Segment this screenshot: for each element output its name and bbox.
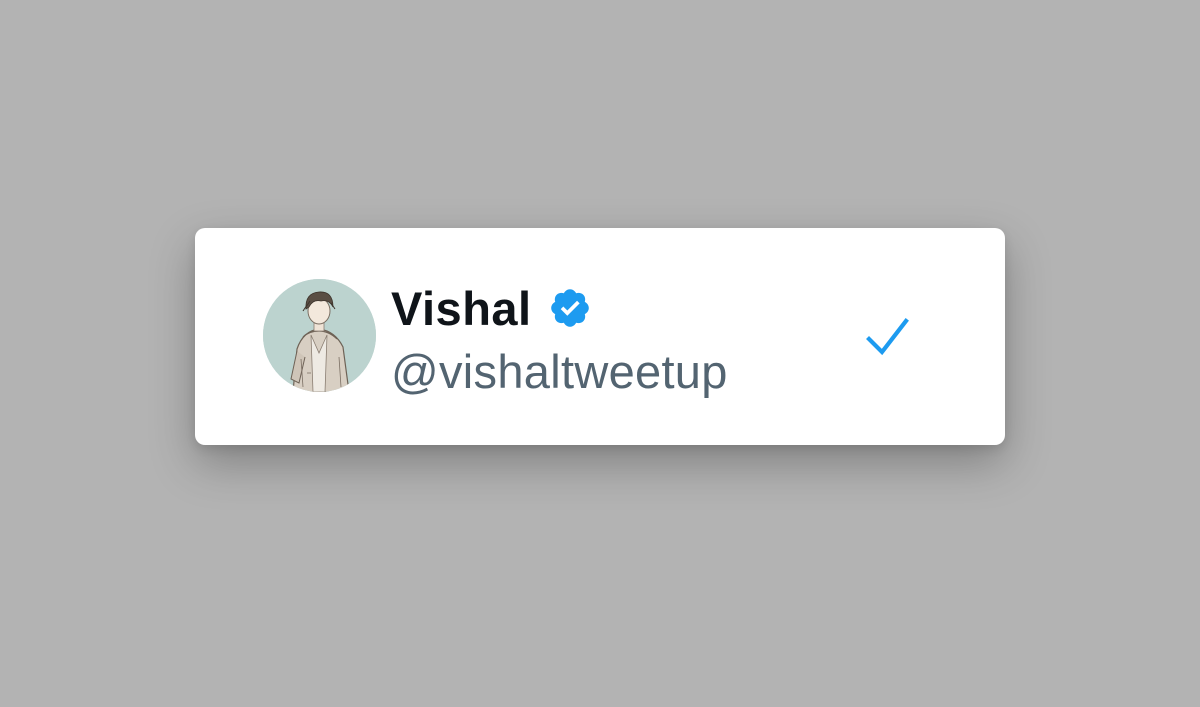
avatar-illustration-icon	[263, 279, 376, 392]
name-row: Vishal	[391, 278, 592, 338]
username-handle: @vishaltweetup	[391, 345, 728, 398]
avatar	[263, 279, 376, 392]
account-switcher-item[interactable]: Vishal @vishaltweetup	[195, 228, 1005, 445]
verified-badge-icon	[548, 286, 592, 330]
checkmark-icon	[863, 312, 913, 362]
display-name: Vishal	[391, 281, 532, 335]
